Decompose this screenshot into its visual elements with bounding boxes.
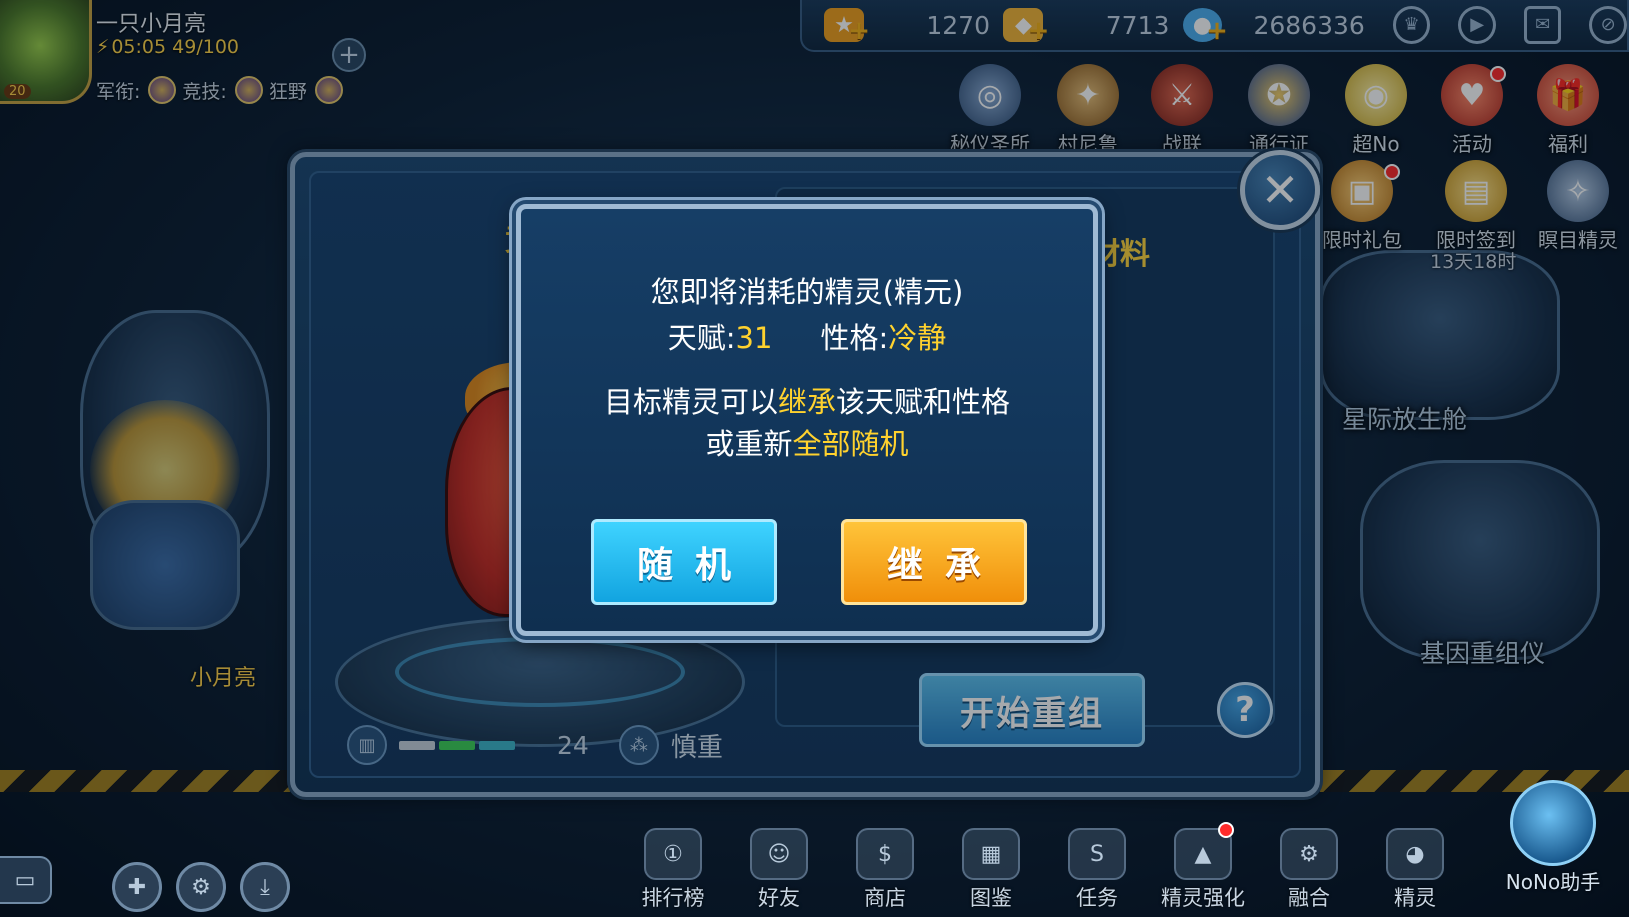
- nav-rankings[interactable]: ① 排行榜: [620, 828, 726, 912]
- random-prefix: 或重新: [705, 427, 793, 461]
- nature-label: 性格:: [820, 321, 889, 355]
- nav-shop[interactable]: $ 商店: [832, 828, 938, 912]
- nono-icon: [1510, 780, 1596, 866]
- nono-assistant[interactable]: NoNo助手: [1488, 780, 1618, 895]
- talent-label: 天赋:: [667, 321, 736, 355]
- tasks-icon: S: [1068, 828, 1126, 880]
- nav-fusion[interactable]: ⚙ 融合: [1256, 828, 1362, 912]
- talent-value: 31: [735, 321, 773, 355]
- nav-label: 精灵: [1394, 886, 1436, 910]
- dialog-line-random: 或重新全部随机: [521, 421, 1093, 463]
- sprites-icon: ◕: [1386, 828, 1444, 880]
- download-icon[interactable]: ⤓: [240, 862, 290, 912]
- dialog-line-inherit: 目标精灵可以继承该天赋和性格: [521, 379, 1093, 421]
- inherit-button[interactable]: 继承: [841, 519, 1027, 605]
- settings-icon[interactable]: ⚙: [176, 862, 226, 912]
- nav-label: 融合: [1288, 886, 1330, 910]
- nav-label: 图鉴: [970, 886, 1012, 910]
- nav-friends[interactable]: ☺ 好友: [726, 828, 832, 912]
- nav-label: 商店: [864, 886, 906, 910]
- shop-icon: $: [856, 828, 914, 880]
- dialog-line-attributes: 天赋:31 性格:冷静: [521, 315, 1093, 357]
- nav-label: 精灵强化: [1161, 886, 1245, 910]
- nav-label: 好友: [758, 886, 800, 910]
- random-highlight: 全部随机: [792, 427, 909, 461]
- nav-sprite-enhance[interactable]: ▲ 精灵强化: [1150, 822, 1256, 912]
- nature-value: 冷静: [888, 321, 947, 355]
- codex-icon: ▦: [962, 828, 1020, 880]
- inherit-highlight: 继承: [777, 385, 836, 419]
- crosshair-icon[interactable]: ✚: [112, 862, 162, 912]
- friends-icon: ☺: [750, 828, 808, 880]
- nono-label: NoNo助手: [1505, 870, 1601, 894]
- inherit-prefix: 目标精灵可以: [603, 385, 778, 419]
- nav-tasks[interactable]: S 任务: [1044, 828, 1150, 912]
- dialog-line-consume: 您即将消耗的精灵(精元): [650, 275, 964, 309]
- nav-sprites[interactable]: ◕ 精灵: [1362, 828, 1468, 912]
- fusion-icon: ⚙: [1280, 828, 1338, 880]
- notification-dot: [1218, 822, 1234, 838]
- random-button[interactable]: 随机: [591, 519, 777, 605]
- nav-label: 任务: [1076, 886, 1118, 910]
- rank-icon: ①: [644, 828, 702, 880]
- chat-icon[interactable]: ▭: [0, 856, 52, 904]
- inherit-confirm-dialog: 您即将消耗的精灵(精元) 天赋:31 性格:冷静 目标精灵可以继承该天赋和性格 或…: [516, 204, 1098, 636]
- inherit-suffix: 该天赋和性格: [836, 385, 1011, 419]
- nav-codex[interactable]: ▦ 图鉴: [938, 828, 1044, 912]
- bottom-nav: ① 排行榜 ☺ 好友 $ 商店 ▦ 图鉴 S 任务 ▲ 精灵强化 ⚙ 融合 ◕ …: [620, 822, 1468, 912]
- nav-label: 排行榜: [641, 886, 705, 910]
